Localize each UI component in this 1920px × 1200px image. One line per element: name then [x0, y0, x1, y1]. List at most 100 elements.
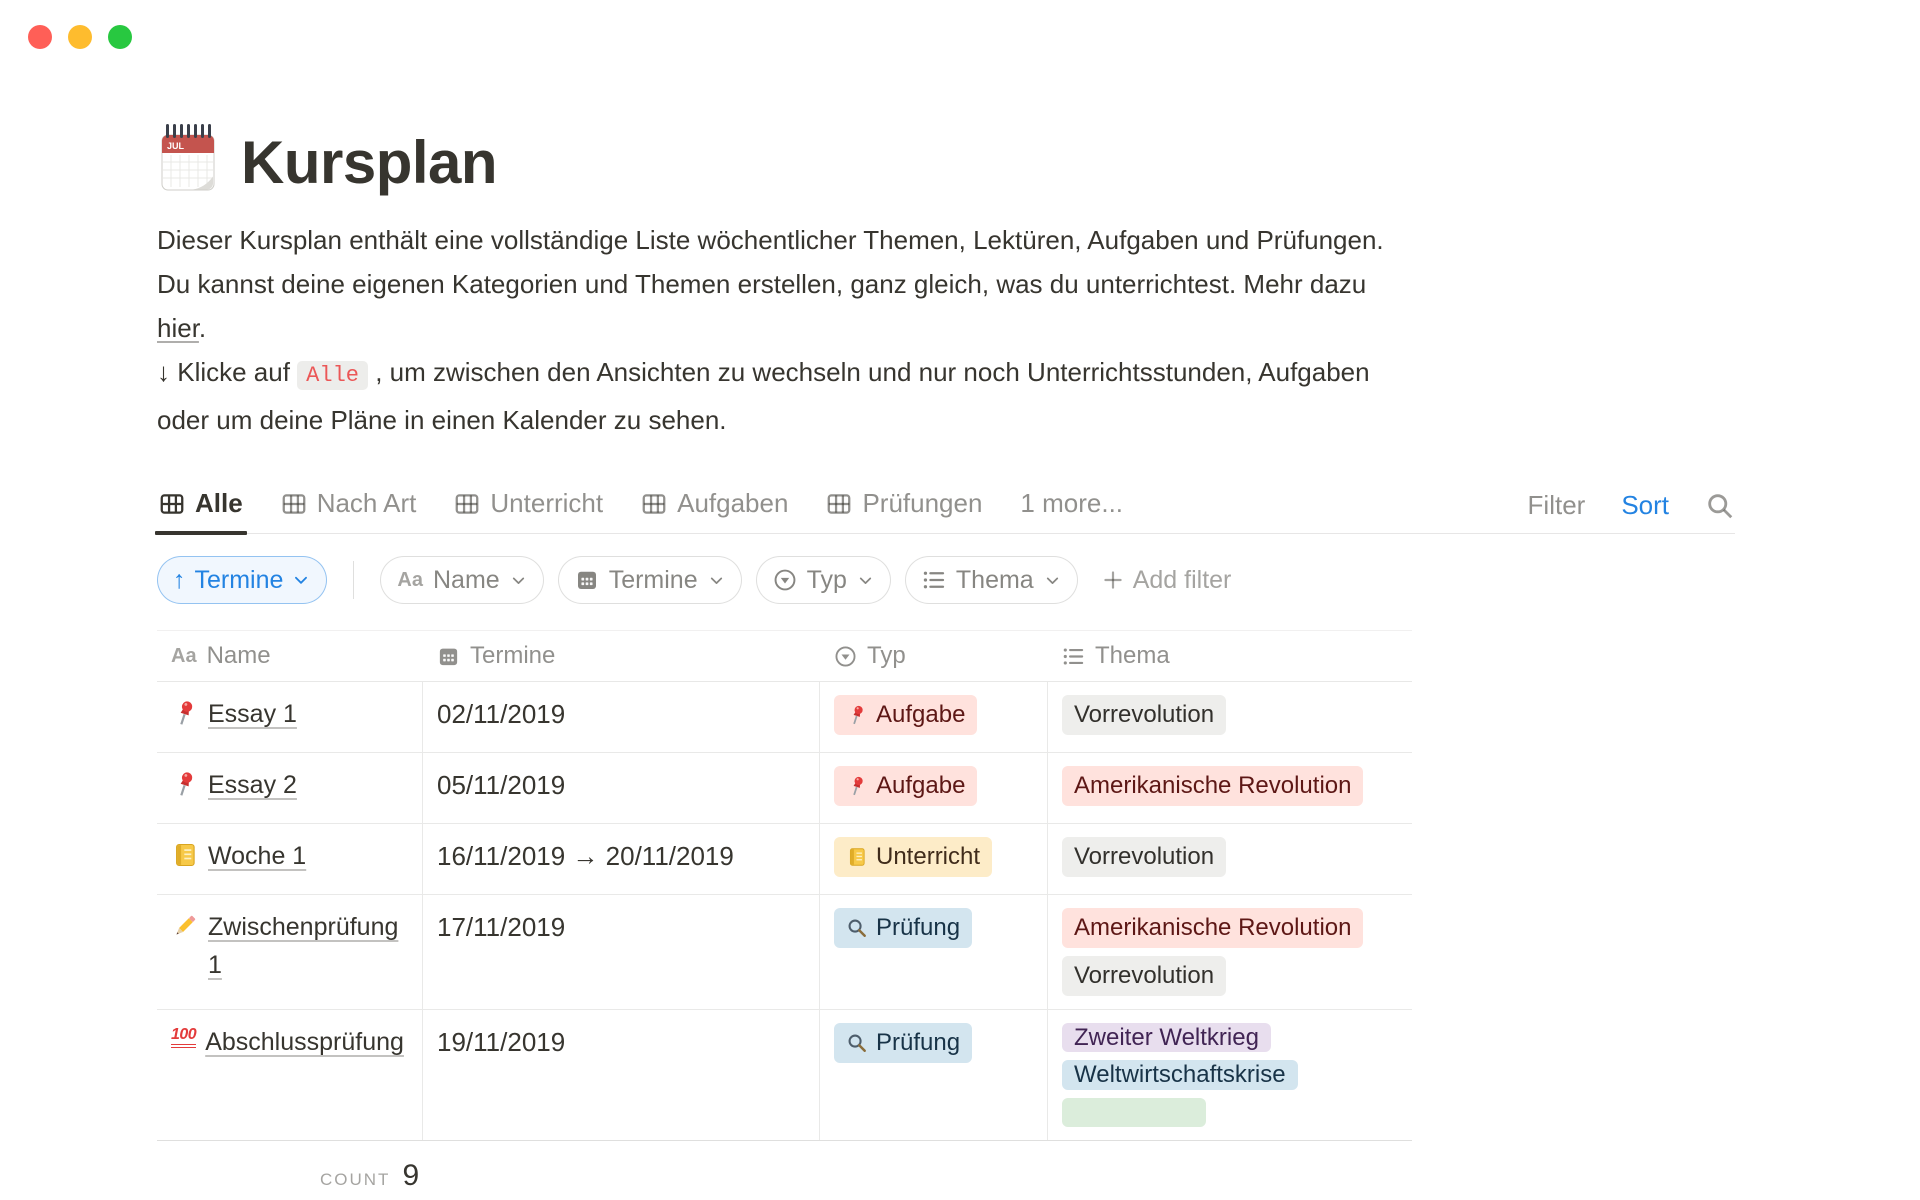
page-link[interactable]: Essay 1 — [208, 695, 297, 733]
date-cell[interactable]: 19/11/2019 — [423, 1010, 820, 1140]
tab-label: Aufgaben — [677, 488, 788, 519]
chevron-icon — [510, 572, 527, 589]
table-icon — [281, 491, 307, 517]
description-line-2: Du kannst deine eigenen Kategorien und T… — [157, 262, 1402, 350]
name-cell[interactable]: Zwischenprüfung 1 — [157, 895, 423, 1009]
type-cell[interactable]: Prüfung — [820, 895, 1048, 1009]
view-tabs: Alle Nach Art Unterricht Aufgaben Prüfungen 1… — [157, 482, 1528, 533]
pushpin-icon — [171, 699, 199, 727]
property-filter-thema[interactable]: Thema — [905, 556, 1078, 604]
theme-tag — [1062, 1098, 1206, 1127]
plus-icon — [1102, 569, 1124, 591]
name-cell[interactable]: Woche 1 — [157, 824, 423, 894]
type-tag: Prüfung — [834, 908, 972, 948]
property-filter-termine[interactable]: Termine — [558, 556, 742, 604]
table-row: Essay 2 05/11/2019 Aufgabe Amerikanische Re… — [157, 753, 1412, 824]
course-table: AaNameTermineTypThema Essay 102/11/2019A… — [157, 630, 1412, 1141]
tab-unterricht[interactable]: Unterricht — [452, 482, 605, 533]
chevron-icon — [857, 572, 874, 589]
type-tag-label: Aufgabe — [876, 772, 965, 800]
column-header-name[interactable]: AaName — [157, 642, 423, 670]
tab-aufgaben[interactable]: Aufgaben — [639, 482, 790, 533]
type-cell[interactable]: Aufgabe — [820, 682, 1048, 752]
search-icon[interactable] — [1705, 491, 1735, 521]
theme-cell[interactable]: Amerikanische Revolution — [1048, 753, 1412, 823]
type-tag-label: Aufgabe — [876, 701, 965, 729]
page-link[interactable]: Abschlussprüfung — [205, 1023, 404, 1061]
theme-cell[interactable]: Zweiter Weltkrieg Weltwirtschaftskrise — [1048, 1010, 1412, 1140]
property-filter-label: Typ — [807, 566, 847, 595]
theme-tag: Weltwirtschaftskrise — [1062, 1060, 1298, 1089]
select-icon — [834, 645, 857, 668]
theme-cell[interactable]: Amerikanische Revolution Vorrevolution — [1048, 895, 1412, 1009]
theme-tag: Amerikanische Revolution — [1062, 766, 1363, 806]
theme-cell[interactable]: Vorrevolution — [1048, 824, 1412, 894]
property-filter-label: Termine — [609, 566, 698, 595]
theme-tag-label: Vorrevolution — [1074, 843, 1214, 871]
column-header-label: Name — [207, 642, 271, 670]
page-link[interactable]: Essay 2 — [208, 766, 297, 804]
name-cell[interactable]: Essay 1 — [157, 682, 423, 752]
property-filter-typ[interactable]: Typ — [756, 556, 891, 604]
hundred-icon: 100 — [171, 1027, 196, 1048]
zoom-window-button[interactable] — [108, 25, 132, 49]
type-cell[interactable]: Unterricht — [820, 824, 1048, 894]
tabs-more-button[interactable]: 1 more... — [1018, 482, 1125, 533]
sort-button[interactable]: Sort — [1621, 490, 1669, 521]
chevron-icon — [708, 572, 725, 589]
name-cell[interactable]: Essay 2 — [157, 753, 423, 823]
notion-page: JUL Kursplan Dieser Kursplan enthält ein… — [157, 0, 1757, 1193]
column-header-label: Thema — [1095, 642, 1170, 670]
sort-rule-pill[interactable]: ↑Termine — [157, 556, 327, 604]
table-icon — [826, 491, 852, 517]
table-icon — [159, 491, 185, 517]
count-row[interactable]: COUNT 9 — [320, 1159, 1757, 1193]
name-cell[interactable]: 100 Abschlussprüfung — [157, 1010, 423, 1140]
tab-label: Unterricht — [490, 488, 603, 519]
page-title[interactable]: Kursplan — [241, 131, 497, 194]
page-description: Dieser Kursplan enthält eine vollständig… — [157, 218, 1402, 442]
property-filter-name[interactable]: AaName — [380, 556, 543, 604]
chevron-icon — [292, 571, 310, 589]
page-link[interactable]: Zwischenprüfung 1 — [208, 908, 408, 984]
list-icon — [1062, 645, 1085, 668]
theme-tag: Amerikanische Revolution — [1062, 908, 1363, 948]
alle-inline-code: Alle — [297, 361, 368, 390]
page-link[interactable]: Woche 1 — [208, 837, 306, 875]
count-label: COUNT — [320, 1170, 390, 1190]
date-cell[interactable]: 17/11/2019 — [423, 895, 820, 1009]
theme-cell[interactable]: Vorrevolution — [1048, 682, 1412, 752]
spiral-calendar-icon[interactable]: JUL — [157, 122, 219, 194]
type-cell[interactable]: Aufgabe — [820, 753, 1048, 823]
tab-label: Nach Art — [317, 488, 417, 519]
column-header-termine[interactable]: Termine — [423, 642, 820, 670]
list-icon — [922, 568, 946, 592]
hier-link[interactable]: hier — [157, 313, 199, 343]
date-cell[interactable]: 02/11/2019 — [423, 682, 820, 752]
notebook-icon — [846, 846, 868, 868]
table-row: 100 Abschlussprüfung 19/11/2019 Prüfung Zwei… — [157, 1010, 1412, 1141]
type-tag: Aufgabe — [834, 766, 977, 806]
pushpin-icon — [846, 775, 868, 797]
tab-nach-art[interactable]: Nach Art — [279, 482, 419, 533]
column-header-typ[interactable]: Typ — [820, 642, 1048, 670]
type-tag: Unterricht — [834, 837, 992, 877]
calendar-icon — [575, 568, 599, 592]
table-row: Zwischenprüfung 117/11/2019 Prüfung Amerik… — [157, 895, 1412, 1010]
column-header-thema[interactable]: Thema — [1048, 642, 1412, 670]
type-cell[interactable]: Prüfung — [820, 1010, 1048, 1140]
date-cell[interactable]: 05/11/2019 — [423, 753, 820, 823]
theme-tag: Zweiter Weltkrieg — [1062, 1023, 1271, 1052]
type-tag-label: Prüfung — [876, 1029, 960, 1057]
date-cell[interactable]: 16/11/2019 → 20/11/2019 — [423, 824, 820, 894]
add-filter-button[interactable]: Add filter — [1102, 566, 1232, 595]
table-header-row: AaNameTermineTyp Thema — [157, 630, 1412, 682]
tab-alle[interactable]: Alle — [157, 482, 245, 533]
close-window-button[interactable] — [28, 25, 52, 49]
minimize-window-button[interactable] — [68, 25, 92, 49]
filter-button[interactable]: Filter — [1528, 490, 1586, 521]
tab-prüfungen[interactable]: Prüfungen — [824, 482, 984, 533]
theme-tag-label: Weltwirtschaftskrise — [1074, 1061, 1286, 1089]
tab-label: Alle — [195, 488, 243, 519]
theme-tag: Vorrevolution — [1062, 956, 1226, 996]
